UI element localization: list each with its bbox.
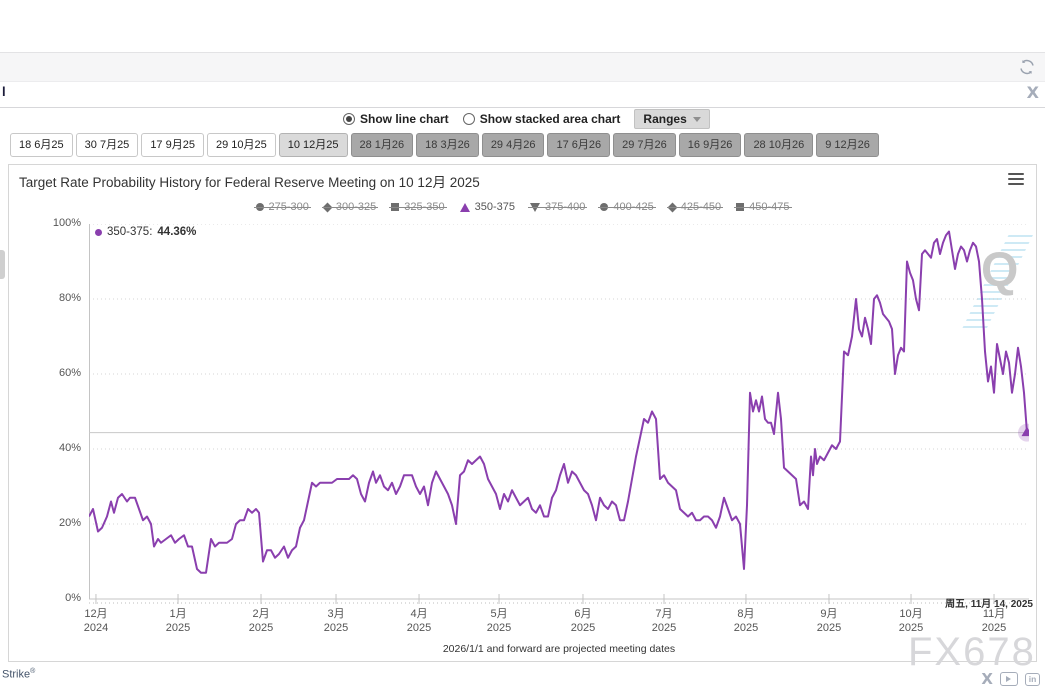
diamond-marker-icon — [322, 202, 332, 212]
sub-toolbar: l X — [0, 81, 1045, 108]
top-toolbar — [0, 52, 1045, 82]
legend-label: 375-400 — [545, 201, 585, 213]
x-tick-label: 12月2024 — [84, 607, 108, 635]
meeting-tab[interactable]: 18 3月26 — [416, 133, 479, 157]
chevron-down-icon — [693, 117, 701, 122]
hover-series-value: 44.36% — [157, 226, 196, 238]
hover-series-name: 350-375: — [107, 226, 152, 238]
circle-marker-icon — [600, 203, 608, 211]
chart-title: Target Rate Probability History for Fede… — [19, 171, 480, 191]
triangle-up-marker-icon — [460, 203, 470, 212]
y-tick-label: 100% — [9, 217, 81, 229]
radio-selected-icon — [343, 113, 355, 125]
meeting-tab[interactable]: 16 9月26 — [679, 133, 742, 157]
legend-item-425-450[interactable]: 425-450 — [669, 201, 721, 213]
fx678-watermark: FX678 — [908, 630, 1036, 675]
probability-line-series — [89, 232, 1027, 573]
series-dot-icon — [95, 229, 102, 236]
chart-card: Target Rate Probability History for Fede… — [8, 164, 1037, 662]
radio-show-line-chart[interactable]: Show line chart — [343, 112, 449, 126]
truncated-label: l — [2, 84, 6, 99]
strike-brand-link[interactable]: Strike® — [2, 668, 35, 681]
meeting-tab[interactable]: 29 4月26 — [482, 133, 545, 157]
meeting-tab[interactable]: 18 6月25 — [10, 133, 73, 157]
y-tick-label: 60% — [9, 367, 81, 379]
legend-label: 325-350 — [404, 201, 444, 213]
close-x-icon[interactable]: X — [1027, 83, 1039, 102]
meeting-tab[interactable]: 17 9月25 — [141, 133, 204, 157]
line-chart-plot — [89, 224, 1029, 607]
legend-label: 350-375 — [475, 201, 515, 213]
hover-series-label: 350-375: 44.36% — [95, 226, 196, 238]
projected-dates-footnote: 2026/1/1 and forward are projected meeti… — [89, 643, 1029, 655]
page: l X Show line chart Show stacked area ch… — [0, 0, 1045, 691]
y-tick-label: 40% — [9, 442, 81, 454]
meeting-tab[interactable]: 29 7月26 — [613, 133, 676, 157]
square-marker-icon — [736, 203, 744, 211]
chart-legend: 275-300 300-325 325-350 350-375 375-400 400-4… — [9, 201, 1036, 213]
meeting-tab[interactable]: 28 10月26 — [744, 133, 813, 157]
square-marker-icon — [391, 203, 399, 211]
x-tick-label: 2月2025 — [249, 607, 273, 635]
meeting-tab[interactable]: 29 10月25 — [207, 133, 276, 157]
left-edge-handle[interactable] — [0, 250, 5, 279]
meeting-date-tabs: 18 6月2530 7月2517 9月2529 10月2510 12月2528 … — [10, 133, 879, 157]
x-tick-label: 1月2025 — [166, 607, 190, 635]
legend-item-400-425[interactable]: 400-425 — [600, 201, 653, 213]
legend-label: 400-425 — [613, 201, 653, 213]
x-tick-label: 9月2025 — [817, 607, 841, 635]
meeting-tab[interactable]: 17 6月26 — [547, 133, 610, 157]
meeting-tab[interactable]: 10 12月25 — [279, 133, 348, 157]
radio-area-label: Show stacked area chart — [480, 112, 621, 126]
legend-item-300-325[interactable]: 300-325 — [324, 201, 376, 213]
legend-item-325-350[interactable]: 325-350 — [391, 201, 444, 213]
x-tick-label: 4月2025 — [407, 607, 431, 635]
refresh-icon[interactable] — [1017, 57, 1037, 77]
x-tick-label: 6月2025 — [571, 607, 595, 635]
registered-mark: ® — [30, 668, 35, 675]
x-tick-label: 3月2025 — [324, 607, 348, 635]
legend-item-350-375[interactable]: 350-375 — [460, 201, 515, 213]
y-tick-label: 20% — [9, 517, 81, 529]
chart-menu-icon[interactable] — [1008, 173, 1024, 185]
hover-date-label: 周五, 11月 14, 2025 — [945, 595, 1033, 610]
ranges-dropdown[interactable]: Ranges — [634, 109, 709, 129]
circle-marker-icon — [256, 203, 264, 211]
x-tick-label: 8月2025 — [734, 607, 758, 635]
meeting-tab[interactable]: 9 12月26 — [816, 133, 879, 157]
triangle-down-marker-icon — [530, 203, 540, 212]
ranges-label: Ranges — [643, 112, 686, 126]
chart-mode-controls: Show line chart Show stacked area chart … — [343, 109, 710, 129]
radio-line-label: Show line chart — [360, 112, 449, 126]
radio-unselected-icon — [463, 113, 475, 125]
y-tick-label: 0% — [9, 592, 81, 604]
legend-item-450-475[interactable]: 450-475 — [736, 201, 789, 213]
legend-item-275-300[interactable]: 275-300 — [256, 201, 309, 213]
radio-show-stacked-area-chart[interactable]: Show stacked area chart — [463, 112, 621, 126]
legend-label: 300-325 — [336, 201, 376, 213]
y-tick-label: 80% — [9, 292, 81, 304]
legend-label: 425-450 — [681, 201, 721, 213]
x-tick-label: 7月2025 — [652, 607, 676, 635]
meeting-tab[interactable]: 28 1月26 — [351, 133, 414, 157]
meeting-tab[interactable]: 30 7月25 — [76, 133, 139, 157]
diamond-marker-icon — [667, 202, 677, 212]
legend-label: 450-475 — [749, 201, 789, 213]
x-tick-label: 5月2025 — [487, 607, 511, 635]
legend-item-375-400[interactable]: 375-400 — [530, 201, 585, 213]
legend-label: 275-300 — [269, 201, 309, 213]
